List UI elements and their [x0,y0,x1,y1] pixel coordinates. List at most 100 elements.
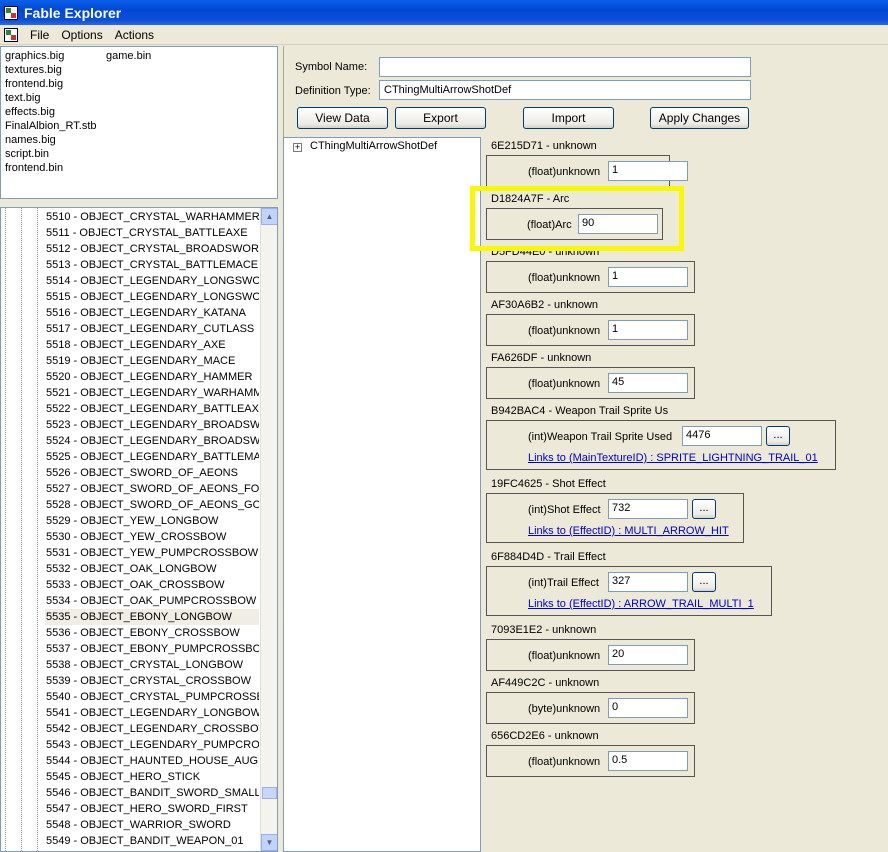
system-menu-icon[interactable] [4,27,18,42]
property-value-input[interactable]: 4476 [682,426,762,446]
scroll-down-button[interactable]: ▼ [261,834,277,851]
property-value-input[interactable]: 0.5 [608,751,688,771]
object-tree-item[interactable]: 5543 - OBJECT_LEGENDARY_PUMPCROS [45,737,259,753]
property-value-input[interactable]: 1 [608,320,688,340]
export-button[interactable]: Export [395,107,486,129]
object-tree-item[interactable]: 5539 - OBJECT_CRYSTAL_CROSSBOW [45,673,259,689]
object-tree-item[interactable]: 5516 - OBJECT_LEGENDARY_KATANA [45,305,259,321]
object-tree-item[interactable]: 5527 - OBJECT_SWORD_OF_AEONS_FOR [45,481,259,497]
object-tree-item[interactable]: 5549 - OBJECT_BANDIT_WEAPON_01 [45,833,259,849]
object-tree-item[interactable]: 5535 - OBJECT_EBONY_LONGBOW [45,609,259,625]
scroll-thumb[interactable] [262,787,277,799]
object-tree-item[interactable]: 5514 - OBJECT_LEGENDARY_LONGSWOF [45,273,259,289]
object-tree-scrollbar[interactable]: ▲ ▼ [260,208,277,851]
property-group-box: (float)unknown 0.5 [486,745,695,777]
file-item[interactable]: frontend.bin [5,161,97,175]
property-section-title: 19FC4625 - Shot Effect [491,478,606,490]
property-value-input[interactable]: 20 [608,645,688,665]
object-tree-item[interactable]: 5529 - OBJECT_YEW_LONGBOW [45,513,259,529]
menu-file[interactable]: File [24,28,55,42]
object-tree-item[interactable]: 5544 - OBJECT_HAUNTED_HOUSE_AUGM [45,753,259,769]
property-value-input[interactable]: 1 [608,161,688,181]
file-item[interactable]: FinalAlbion_RT.stb [5,119,97,133]
object-tree-item[interactable]: 5523 - OBJECT_LEGENDARY_BROADSWC [45,417,259,433]
object-tree-item[interactable]: 5526 - OBJECT_SWORD_OF_AEONS [45,465,259,481]
file-item[interactable]: graphics.big [5,49,97,63]
file-item[interactable]: effects.big [5,105,97,119]
annotation-highlight-box [470,186,684,251]
object-tree-item[interactable]: 5547 - OBJECT_HERO_SWORD_FIRST [45,801,259,817]
property-group-box: (float)unknown 20 [486,639,695,671]
object-tree-item[interactable]: 5521 - OBJECT_LEGENDARY_WARHAMME [45,385,259,401]
property-section-title: 7093E1E2 - unknown [491,624,597,636]
object-tree-item[interactable]: 5512 - OBJECT_CRYSTAL_BROADSWORD [45,241,259,257]
object-tree-item[interactable]: 5532 - OBJECT_OAK_LONGBOW [45,561,259,577]
property-value-input[interactable]: 0 [608,698,688,718]
object-tree-item[interactable]: 5540 - OBJECT_CRYSTAL_PUMPCROSSB( [45,689,259,705]
object-tree-item[interactable]: 5548 - OBJECT_WARRIOR_SWORD [45,817,259,833]
object-tree-item[interactable]: 5525 - OBJECT_LEGENDARY_BATTLEMAC [45,449,259,465]
object-tree-item[interactable]: 5545 - OBJECT_HERO_STICK [45,769,259,785]
object-tree-item[interactable]: 5531 - OBJECT_YEW_PUMPCROSSBOW [45,545,259,561]
file-item[interactable]: game.bin [106,49,151,63]
object-tree-item[interactable]: 5519 - OBJECT_LEGENDARY_MACE [45,353,259,369]
property-group-box: (float)unknown 1 [486,314,695,346]
property-link[interactable]: Links to (MainTextureID) : SPRITE_LIGHTN… [528,452,818,464]
object-tree-item[interactable]: 5513 - OBJECT_CRYSTAL_BATTLEMACE [45,257,259,273]
tree-expand-icon[interactable]: + [293,143,302,152]
definition-tree-root[interactable]: CThingMultiArrowShotDef [310,140,437,152]
object-tree-item[interactable]: 5522 - OBJECT_LEGENDARY_BATTLEAXE [45,401,259,417]
object-tree-item[interactable]: 5524 - OBJECT_LEGENDARY_BROADSWC [45,433,259,449]
object-tree-item[interactable]: 5541 - OBJECT_LEGENDARY_LONGBOW [45,705,259,721]
object-tree-item[interactable]: 5537 - OBJECT_EBONY_PUMPCROSSBOW [45,641,259,657]
object-tree-item[interactable]: 5517 - OBJECT_LEGENDARY_CUTLASS [45,321,259,337]
browse-button[interactable]: ... [692,499,716,519]
property-label: (float)unknown [528,166,601,178]
property-link[interactable]: Links to (EffectID) : ARROW_TRAIL_MULTI_… [528,598,754,610]
menu-options[interactable]: Options [55,28,108,42]
object-tree[interactable]: 5510 - OBJECT_CRYSTAL_WARHAMMER 5511 - OB… [0,207,278,852]
browse-button[interactable]: ... [766,426,790,446]
file-item[interactable]: script.bin [5,147,97,161]
file-item[interactable]: names.big [5,133,97,147]
object-tree-item[interactable]: 5528 - OBJECT_SWORD_OF_AEONS_GOO [45,497,259,513]
object-tree-item[interactable]: 5530 - OBJECT_YEW_CROSSBOW [45,529,259,545]
object-list: 5510 - OBJECT_CRYSTAL_WARHAMMER 5511 - OB… [45,209,259,849]
object-tree-item[interactable]: 5542 - OBJECT_LEGENDARY_CROSSBOW [45,721,259,737]
property-link[interactable]: Links to (EffectID) : MULTI_ARROW_HIT [528,525,729,537]
object-tree-item[interactable]: 5534 - OBJECT_OAK_PUMPCROSSBOW [45,593,259,609]
menu-actions[interactable]: Actions [109,28,160,42]
object-tree-item[interactable]: 5533 - OBJECT_OAK_CROSSBOW [45,577,259,593]
property-section-title: 6F884D4D - Trail Effect [491,551,606,563]
object-tree-item[interactable]: 5510 - OBJECT_CRYSTAL_WARHAMMER [45,209,259,225]
archive-file-list[interactable]: graphics.big textures.big frontend.big text… [0,46,278,199]
apply-changes-button[interactable]: Apply Changes [650,107,749,129]
property-label: (byte)unknown [528,703,601,715]
definition-type-input[interactable] [379,80,751,100]
property-label: (float)unknown [528,756,601,768]
property-value-input[interactable]: 327 [608,572,688,592]
definition-tree[interactable]: + CThingMultiArrowShotDef [283,137,481,852]
scroll-up-button[interactable]: ▲ [261,208,277,225]
object-tree-item[interactable]: 5536 - OBJECT_EBONY_CROSSBOW [45,625,259,641]
object-tree-item[interactable]: 5546 - OBJECT_BANDIT_SWORD_SMALL [45,785,259,801]
file-item[interactable]: frontend.big [5,77,97,91]
property-value-input[interactable]: 45 [608,373,688,393]
file-item[interactable]: textures.big [5,63,97,77]
tree-guide-line [37,208,38,851]
property-section-title: 6E215D71 - unknown [491,140,597,152]
property-value-input[interactable]: 1 [608,267,688,287]
object-tree-item[interactable]: 5515 - OBJECT_LEGENDARY_LONGSWOF [45,289,259,305]
property-value-input[interactable]: 732 [608,499,688,519]
property-label: (int)Shot Effect [528,504,601,516]
browse-button[interactable]: ... [692,572,716,592]
object-tree-item[interactable]: 5518 - OBJECT_LEGENDARY_AXE [45,337,259,353]
file-item[interactable]: text.big [5,91,97,105]
object-tree-item[interactable]: 5538 - OBJECT_CRYSTAL_LONGBOW [45,657,259,673]
title-bar: Fable Explorer [0,0,888,25]
object-tree-item[interactable]: 5511 - OBJECT_CRYSTAL_BATTLEAXE [45,225,259,241]
symbol-name-input[interactable] [379,57,751,77]
object-tree-item[interactable]: 5520 - OBJECT_LEGENDARY_HAMMER [45,369,259,385]
import-button[interactable]: Import [523,107,614,129]
view-data-button[interactable]: View Data [297,107,388,129]
